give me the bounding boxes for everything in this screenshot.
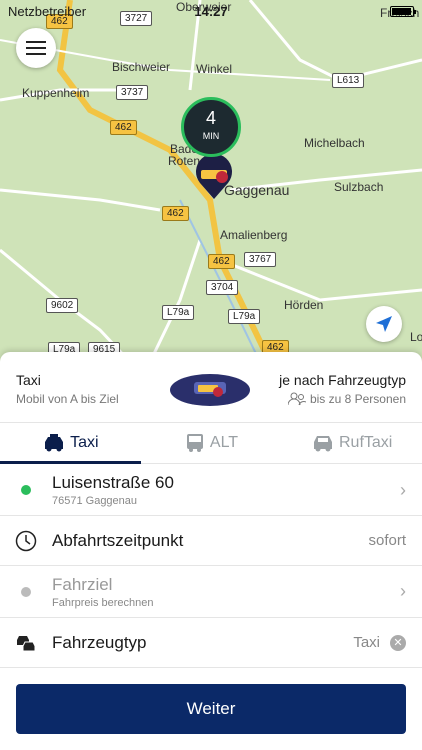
- road-sign: L79a: [228, 309, 261, 324]
- departure-label: Abfahrtszeitpunkt: [52, 530, 184, 550]
- car-icon: [314, 436, 332, 452]
- road-sign: 462: [110, 120, 137, 135]
- eta-value: 4: [205, 108, 216, 128]
- capacity-text: bis zu 8 Personen: [309, 392, 406, 406]
- road-sign: L79a: [162, 305, 195, 320]
- departure-value: sofort: [368, 532, 406, 549]
- tab-alt[interactable]: ALT: [141, 423, 282, 463]
- road-sign: 462: [208, 254, 235, 269]
- taxi-pin-icon: [196, 155, 232, 199]
- next-button[interactable]: Weiter: [16, 684, 406, 734]
- carrier: Netzbetreiber: [8, 3, 87, 19]
- eta-unit: MIN: [202, 131, 220, 141]
- road-sign: 9602: [46, 298, 79, 313]
- map-place: Winkel: [196, 62, 233, 76]
- vehicles-icon: [17, 635, 36, 651]
- tab-label: Taxi: [70, 434, 99, 451]
- vehicle-label: Fahrzeugtyp: [52, 632, 147, 652]
- destination-hint: Fahrpreis berechnen: [52, 596, 154, 609]
- chevron-right-icon: ›: [400, 581, 406, 601]
- map-place: Michelbach: [304, 136, 365, 150]
- map-place: Sulzbach: [334, 180, 384, 194]
- chevron-right-icon: ›: [400, 479, 406, 500]
- bus-icon: [186, 434, 203, 452]
- service-info: Taxi Mobil von A bis Ziel je nach Fahrze…: [16, 372, 406, 412]
- vehicle-tabs: Taxi ALT RufTaxi: [0, 422, 422, 464]
- battery-icon: [390, 5, 416, 17]
- map-place: Amalienberg: [220, 228, 288, 242]
- vehicle-type-row[interactable]: Fahrzeugtyp Taxi ✕: [0, 618, 422, 668]
- tab-label: ALT: [209, 434, 239, 451]
- map-place: Bischweier: [112, 60, 171, 74]
- map-place: Lo: [410, 330, 422, 344]
- map-place: Kuppenheim: [22, 86, 90, 100]
- location-arrow-icon: [376, 316, 392, 332]
- origin-city: 76571 Gaggenau: [52, 495, 138, 507]
- vehicle-value: Taxi: [353, 634, 380, 651]
- map-place: Hörden: [284, 298, 324, 312]
- road-sign: 3704: [206, 280, 239, 295]
- map-view[interactable]: Oberweier Freisch Bischweier Winkel Kupp…: [0, 0, 422, 362]
- price-info: je nach Fahrzeugtyp: [279, 372, 406, 388]
- locate-me-button[interactable]: [366, 306, 402, 342]
- status-bar: Netzbetreiber 14:27: [0, 0, 422, 22]
- road-sign: 3737: [116, 85, 149, 100]
- destination-label: Fahrziel: [52, 574, 113, 594]
- tab-ruftaxi[interactable]: RufTaxi: [281, 423, 422, 463]
- departure-row[interactable]: Abfahrtszeitpunkt sofort: [0, 516, 422, 566]
- clear-icon[interactable]: ✕: [390, 634, 406, 651]
- eta-badge: 4 MIN: [181, 97, 241, 157]
- clock-icon: [15, 530, 37, 551]
- destination-icon: [0, 586, 52, 597]
- taxi-car-icon: [170, 374, 250, 406]
- taxi-icon: [45, 434, 64, 452]
- origin-row[interactable]: Luisenstraße 60 76571 Gaggenau ›: [0, 465, 422, 516]
- capacity: bis zu 8 Personen: [279, 392, 406, 406]
- tab-label: RufTaxi: [339, 434, 393, 451]
- tab-taxi[interactable]: Taxi: [0, 423, 141, 464]
- service-right: je nach Fahrzeugtyp bis zu 8 Personen: [279, 372, 406, 406]
- origin-icon: [0, 485, 52, 495]
- menu-button[interactable]: [16, 28, 56, 68]
- road-sign: 462: [162, 206, 189, 221]
- clock: 14:27: [194, 3, 228, 19]
- road-sign: L613: [332, 73, 365, 88]
- origin-street: Luisenstraße 60: [52, 473, 174, 492]
- people-icon: [287, 392, 306, 406]
- destination-row[interactable]: Fahrziel Fahrpreis berechnen ›: [0, 566, 422, 618]
- road-sign: 3767: [244, 252, 277, 267]
